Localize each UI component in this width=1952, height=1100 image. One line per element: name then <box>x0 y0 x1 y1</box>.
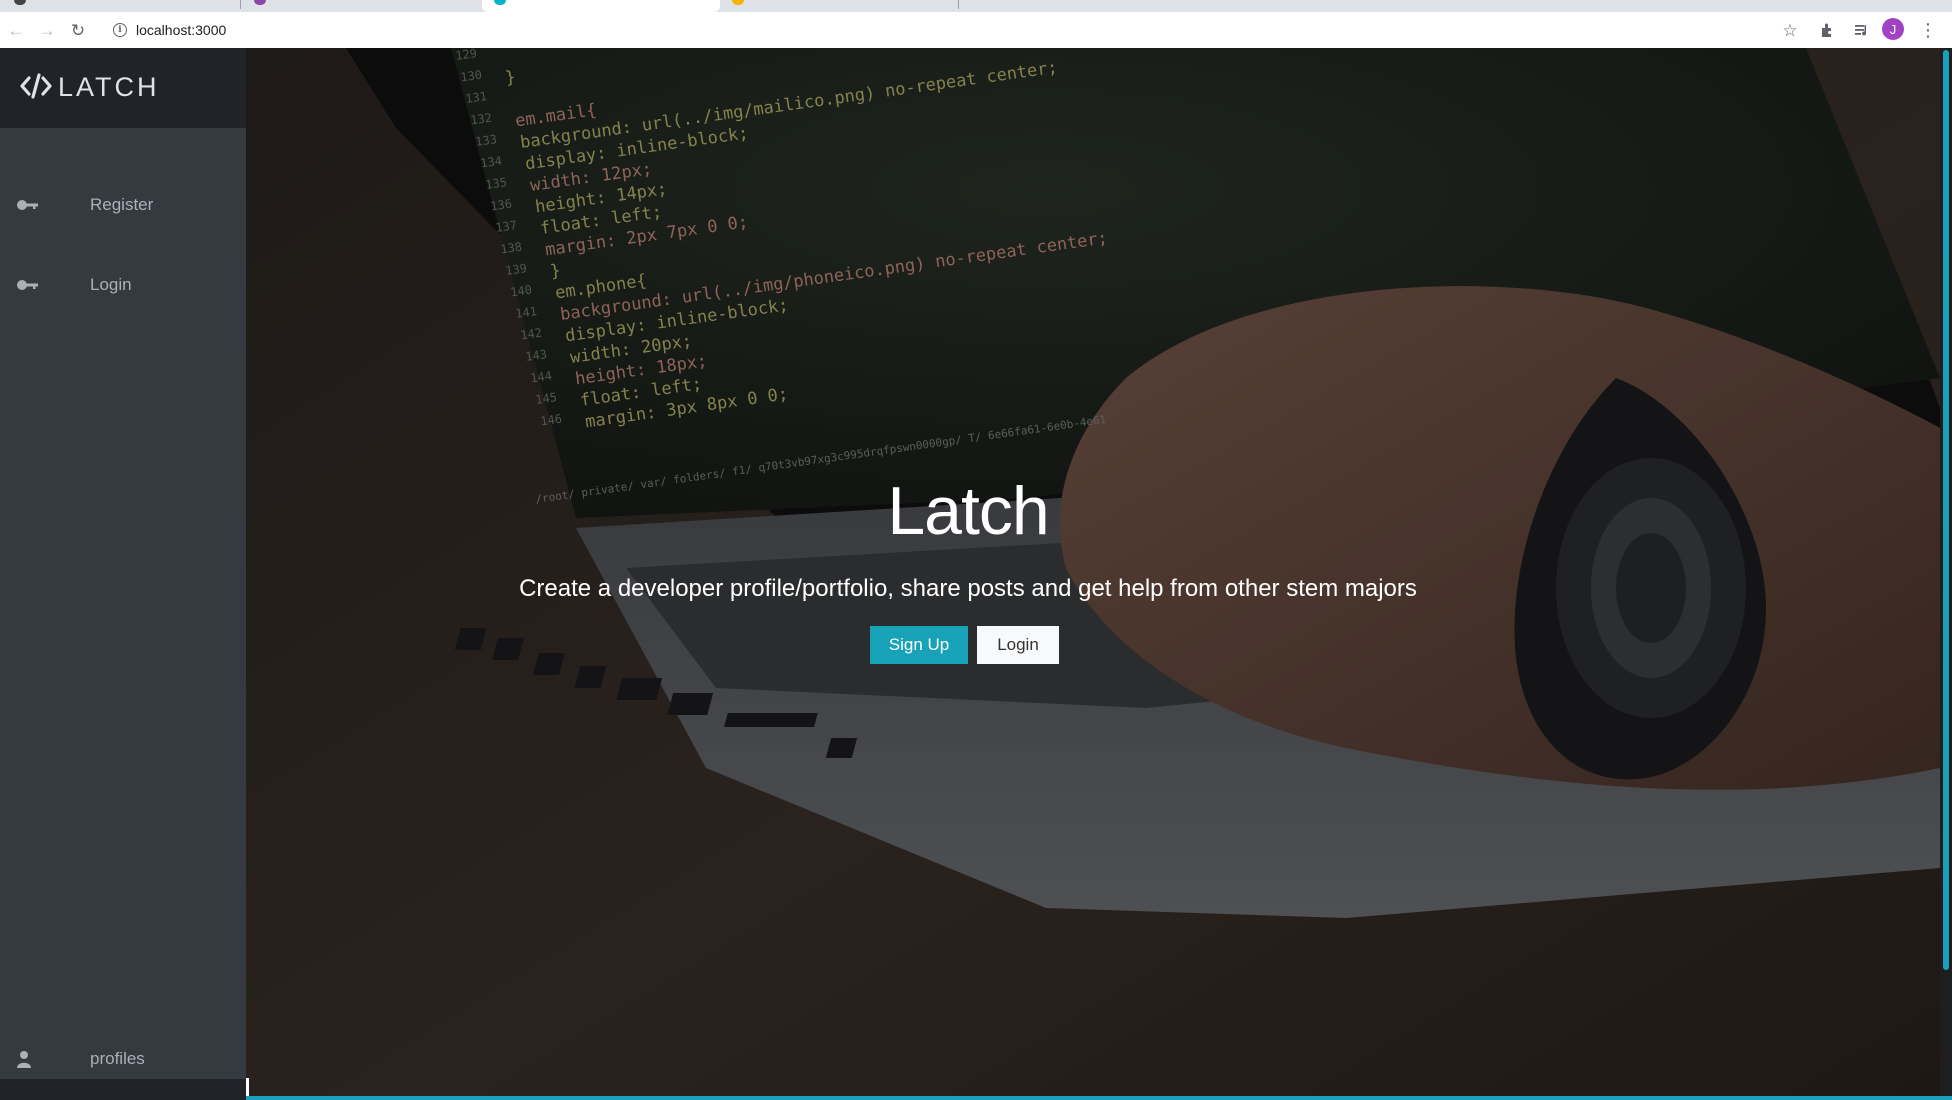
user-icon <box>17 1051 31 1068</box>
hero-overlay <box>246 48 1940 1096</box>
browser-tab[interactable] <box>722 0 958 12</box>
forward-icon[interactable]: → <box>35 18 59 42</box>
brand-name: LATCH <box>58 72 160 102</box>
browser-tab-active[interactable] <box>482 0 720 12</box>
site-info-icon[interactable]: i <box>113 23 127 37</box>
tab-separator <box>240 0 241 9</box>
scrollbar-thumb[interactable] <box>1943 50 1949 970</box>
browser-toolbar: ← → ↻ i localhost:3000 ☆ J ⋮ <box>0 12 1952 49</box>
tab-favicon-icon <box>254 0 266 5</box>
sidebar-item-label: Login <box>90 275 132 294</box>
hero-title: Latch <box>887 473 1049 549</box>
key-icon <box>17 200 38 210</box>
code-icon <box>20 73 52 99</box>
page-scrollbar[interactable] <box>1940 48 1952 1096</box>
media-control-icon[interactable] <box>1850 18 1874 42</box>
tab-favicon-icon <box>494 0 506 5</box>
tab-separator <box>958 0 959 9</box>
url-text[interactable]: localhost:3000 <box>136 22 226 38</box>
browser-tab[interactable] <box>242 0 480 12</box>
back-icon[interactable]: ← <box>4 18 28 42</box>
extensions-icon[interactable] <box>1816 18 1840 42</box>
sidebar-item-label: Register <box>90 195 154 214</box>
brand[interactable]: LATCH <box>0 48 246 128</box>
reload-icon[interactable]: ↻ <box>66 18 90 42</box>
sidebar-item-label: profiles <box>90 1049 145 1068</box>
profile-avatar[interactable]: J <box>1882 18 1904 40</box>
tab-strip <box>0 0 1952 12</box>
tab-favicon-icon <box>14 0 26 5</box>
browser-tab[interactable] <box>0 0 240 12</box>
tab-favicon-icon <box>732 0 744 5</box>
sign-up-button[interactable]: Sign Up <box>870 626 968 664</box>
bookmark-star-icon[interactable]: ☆ <box>1778 18 1802 42</box>
sidebar-footer-bar <box>0 1079 246 1100</box>
address-bar[interactable]: i localhost:3000 <box>104 16 1804 44</box>
bottom-accent-bar <box>246 1096 1952 1100</box>
sidebar-item-register[interactable]: Register <box>0 180 246 232</box>
key-icon <box>17 280 38 290</box>
hero-section: 129 130} 131 132 em.mail{133 background: url… <box>246 48 1940 1096</box>
hero-subtitle: Create a developer profile/portfolio, sh… <box>519 575 1417 602</box>
text-cursor <box>246 1078 249 1096</box>
page-viewport: LATCH Register Login profiles 129 130} … <box>0 48 1952 1100</box>
login-button[interactable]: Login <box>977 626 1059 664</box>
sidebar: LATCH Register Login profiles <box>0 48 246 1079</box>
more-menu-icon[interactable]: ⋮ <box>1916 18 1940 42</box>
sidebar-item-login[interactable]: Login <box>0 260 246 312</box>
